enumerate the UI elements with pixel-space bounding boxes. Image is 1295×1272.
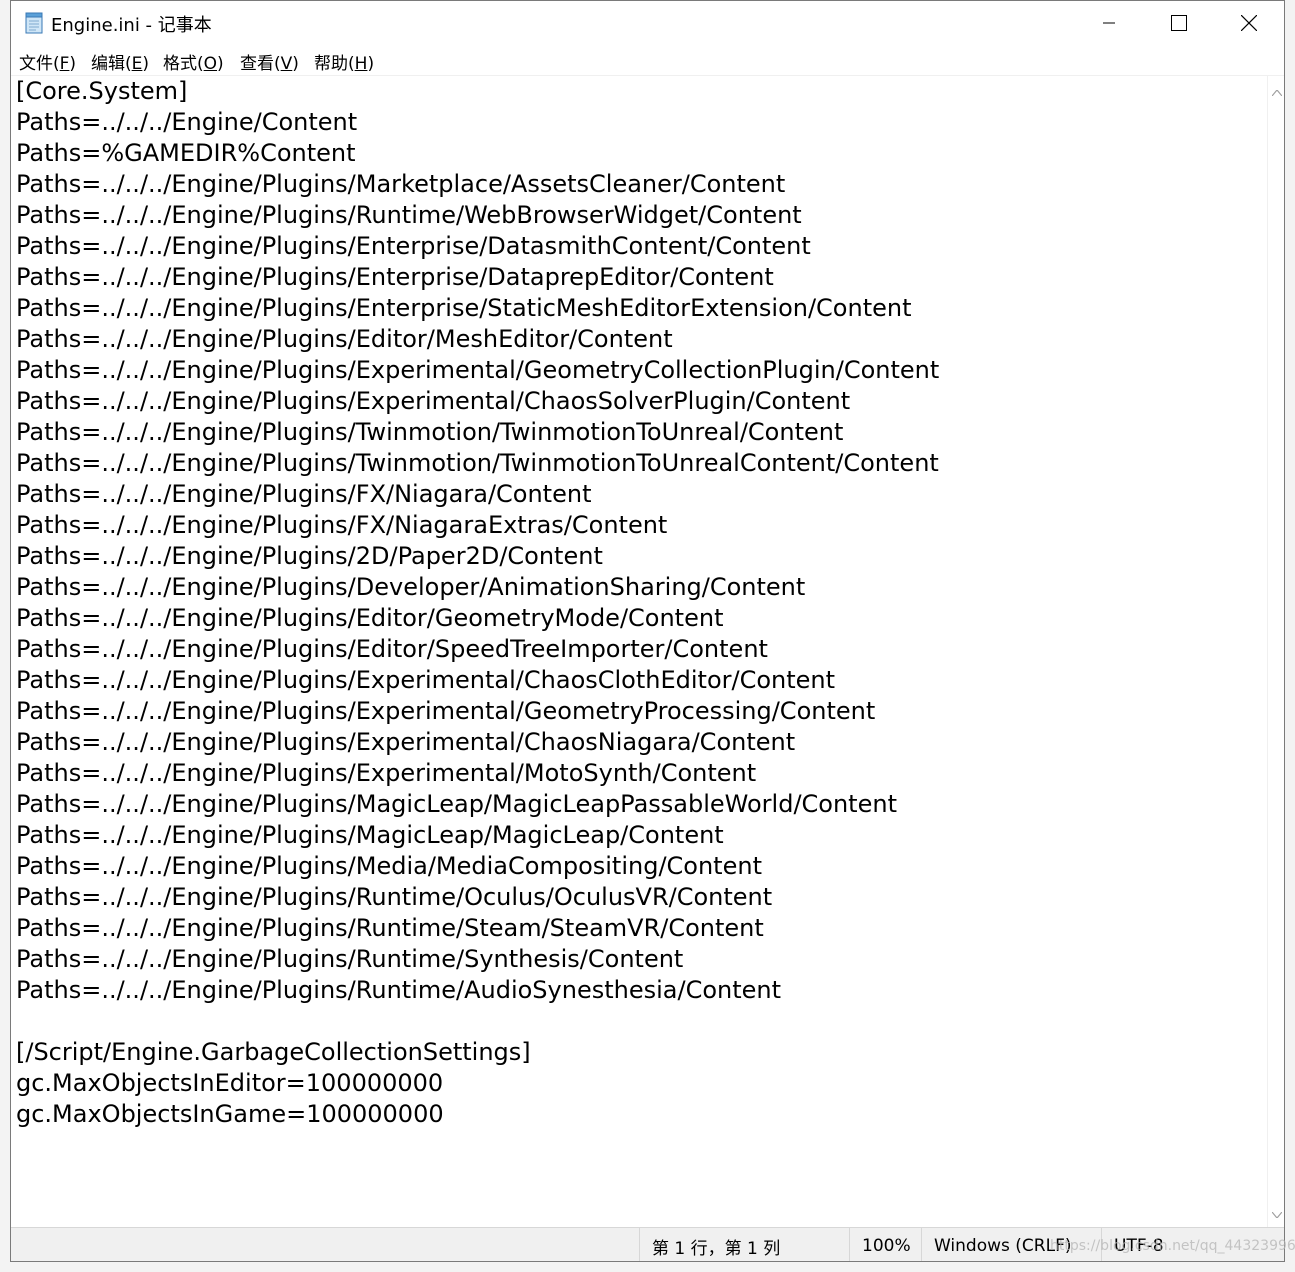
menu-file[interactable]: 文件(F)	[19, 49, 76, 74]
text-line: Paths=../../../Engine/Plugins/Twinmotion…	[16, 449, 939, 477]
text-line: Paths=../../../Engine/Plugins/Marketplac…	[16, 170, 786, 198]
menu-bar: 文件(F) 编辑(E) 格式(O) 查看(V) 帮助(H)	[11, 45, 1284, 76]
text-line: Paths=%GAMEDIR%Content	[16, 139, 356, 167]
text-line: Paths=../../../Engine/Plugins/2D/Paper2D…	[16, 542, 603, 570]
menu-help[interactable]: 帮助(H)	[314, 49, 374, 74]
window-title: Engine.ini - 记事本	[51, 15, 212, 36]
text-line: Paths=../../../Engine/Plugins/Runtime/Au…	[16, 976, 782, 1004]
text-line: Paths=../../../Engine/Plugins/Runtime/We…	[16, 201, 802, 229]
text-line: [/Script/Engine.GarbageCollectionSetting…	[16, 1038, 531, 1066]
text-line: Paths=../../../Engine/Plugins/FX/Niagara…	[16, 511, 668, 539]
notepad-icon	[24, 12, 44, 34]
text-line: Paths=../../../Engine/Plugins/Runtime/Sy…	[16, 945, 684, 973]
scroll-up-button[interactable]	[1268, 81, 1284, 100]
notepad-window: Engine.ini - 记事本 文件(F) 编辑(E) 格式(O) 查看(V)…	[10, 0, 1285, 1262]
text-line: gc.MaxObjectsInGame=100000000	[16, 1100, 444, 1128]
text-line: Paths=../../../Engine/Plugins/Runtime/St…	[16, 914, 764, 942]
status-cursor-position: 第 1 行，第 1 列	[639, 1228, 839, 1261]
text-line: Paths=../../../Engine/Plugins/Editor/Spe…	[16, 635, 768, 663]
text-line: Paths=../../../Engine/Plugins/Experiment…	[16, 356, 940, 384]
text-line: Paths=../../../Engine/Plugins/Runtime/Oc…	[16, 883, 773, 911]
scroll-down-button[interactable]	[1268, 1203, 1284, 1222]
text-line: Paths=../../../Engine/Plugins/Enterprise…	[16, 294, 912, 322]
close-icon	[1241, 15, 1257, 31]
text-line: Paths=../../../Engine/Plugins/Experiment…	[16, 666, 836, 694]
text-line: Paths=../../../Engine/Plugins/MagicLeap/…	[16, 821, 724, 849]
status-encoding: UTF-8	[1101, 1228, 1261, 1261]
vertical-scrollbar[interactable]	[1267, 76, 1284, 1227]
status-bar: 第 1 行，第 1 列 100% Windows (CRLF) UTF-8	[11, 1227, 1284, 1261]
status-line-ending: Windows (CRLF)	[921, 1228, 1101, 1261]
text-line: Paths=../../../Engine/Plugins/MagicLeap/…	[16, 790, 897, 818]
menu-format[interactable]: 格式(O)	[163, 49, 224, 74]
text-line: Paths=../../../Engine/Plugins/Editor/Geo…	[16, 604, 724, 632]
status-zoom: 100%	[849, 1228, 921, 1261]
text-line: Paths=../../../Engine/Plugins/Experiment…	[16, 759, 757, 787]
menu-edit[interactable]: 编辑(E)	[91, 49, 149, 74]
minimize-button[interactable]	[1074, 1, 1144, 45]
close-button[interactable]	[1214, 1, 1284, 45]
text-line: Paths=../../../Engine/Plugins/Enterprise…	[16, 263, 774, 291]
chevron-up-icon	[1271, 81, 1282, 100]
text-line: Paths=../../../Engine/Plugins/Developer/…	[16, 573, 806, 601]
text-line: Paths=../../../Engine/Content	[16, 108, 358, 136]
text-line: Paths=../../../Engine/Plugins/Media/Medi…	[16, 852, 762, 880]
text-line: gc.MaxObjectsInEditor=100000000	[16, 1069, 444, 1097]
text-line: [Core.System]	[16, 77, 188, 105]
title-bar[interactable]: Engine.ini - 记事本	[11, 1, 1284, 45]
text-line: Paths=../../../Engine/Plugins/Editor/Mes…	[16, 325, 673, 353]
text-line: Paths=../../../Engine/Plugins/Experiment…	[16, 697, 876, 725]
text-line: Paths=../../../Engine/Plugins/Experiment…	[16, 728, 796, 756]
chevron-down-icon	[1271, 1203, 1282, 1222]
minimize-icon	[1103, 17, 1115, 29]
text-line: Paths=../../../Engine/Plugins/Experiment…	[16, 387, 851, 415]
menu-view[interactable]: 查看(V)	[240, 49, 299, 74]
maximize-icon	[1171, 15, 1187, 31]
text-line: Paths=../../../Engine/Plugins/FX/Niagara…	[16, 480, 592, 508]
maximize-button[interactable]	[1144, 1, 1214, 45]
text-line: Paths=../../../Engine/Plugins/Enterprise…	[16, 232, 811, 260]
text-editor[interactable]: [Core.System] Paths=../../../Engine/Cont…	[11, 76, 1267, 1227]
text-line: Paths=../../../Engine/Plugins/Twinmotion…	[16, 418, 844, 446]
